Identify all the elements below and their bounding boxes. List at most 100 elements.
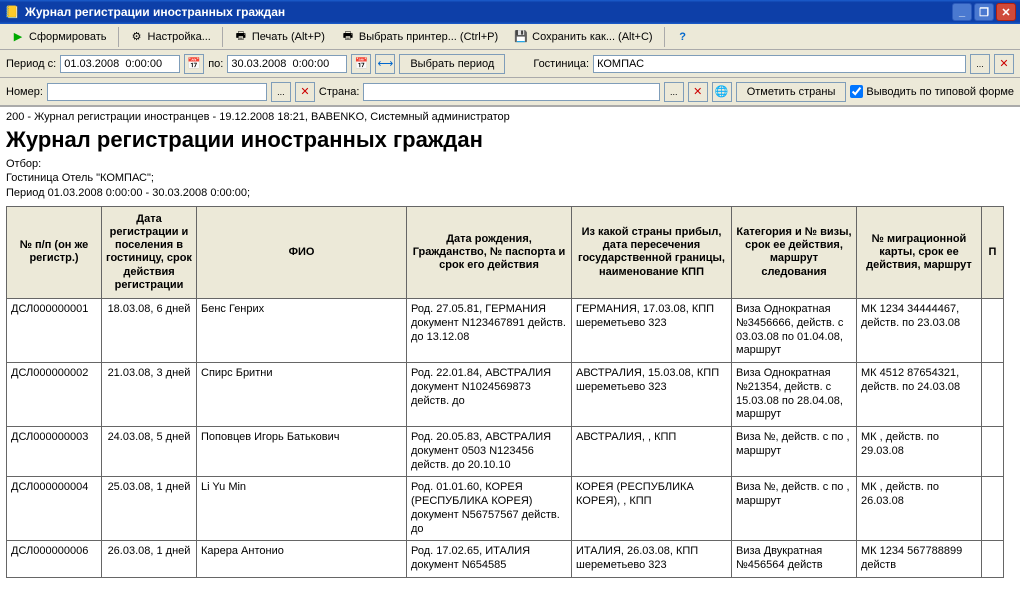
select-printer-label: Выбрать принтер... (Ctrl+P) (359, 31, 498, 43)
select-period-label: Выбрать период (410, 58, 494, 70)
table-row[interactable]: ДСЛ00000000221.03.08, 3 днейСпирс Бритни… (7, 363, 1004, 427)
globe-icon: 🌐 (715, 85, 729, 98)
table-row[interactable]: ДСЛ00000000324.03.08, 5 днейПоповцев Иго… (7, 427, 1004, 477)
table-cell: ГЕРМАНИЯ, 17.03.08, КПП шереметьево 323 (572, 299, 732, 363)
period-line: Период 01.03.2008 0:00:00 - 30.03.2008 0… (6, 186, 1014, 200)
col-number: № п/п (он же регистр.) (7, 206, 102, 298)
window-title: Журнал регистрации иностранных граждан (25, 5, 952, 19)
table-cell: Род. 22.01.84, АВСТРАЛИЯ документ N10245… (407, 363, 572, 427)
table-cell: МК 1234 34444467, действ. по 23.03.08 (857, 299, 982, 363)
period-range-button[interactable]: ⟷ (375, 54, 395, 74)
table-cell: Виза Двукратная №456564 действ (732, 541, 857, 578)
maximize-button[interactable]: ❐ (974, 3, 994, 21)
country-label: Страна: (319, 86, 359, 98)
table-cell (982, 427, 1004, 477)
table-cell: Бенс Генрих (197, 299, 407, 363)
close-button[interactable]: ✕ (996, 3, 1016, 21)
table-cell: Виза №, действ. с по , маршрут (732, 427, 857, 477)
col-reg-date: Дата регистрации и поселения в гостиницу… (102, 206, 197, 298)
form-label: Сформировать (29, 31, 107, 43)
col-migration: № миграционной карты, срок ее действия, … (857, 206, 982, 298)
table-cell: АВСТРАЛИЯ, 15.03.08, КПП шереметьево 323 (572, 363, 732, 427)
settings-label: Настройка... (148, 31, 211, 43)
report-filter-summary: Отбор: Гостиница Отель "КОМПАС"; Период … (6, 157, 1014, 200)
save-as-button[interactable]: 💾 Сохранить как... (Alt+С) (507, 27, 659, 46)
number-input[interactable] (47, 83, 267, 101)
table-cell: ДСЛ000000004 (7, 477, 102, 541)
table-cell: Род. 20.05.83, АВСТРАЛИЯ документ 0503 N… (407, 427, 572, 477)
help-button[interactable]: ? (669, 28, 697, 46)
table-cell: 21.03.08, 3 дней (102, 363, 197, 427)
table-cell: Род. 17.02.65, ИТАЛИЯ документ N654585 (407, 541, 572, 578)
select-printer-button[interactable]: 🖶 Выбрать принтер... (Ctrl+P) (334, 24, 505, 49)
hotel-label: Гостиница: (533, 58, 589, 70)
table-cell: 18.03.08, 6 дней (102, 299, 197, 363)
print-button[interactable]: 🖶 Печать (Alt+P) (227, 24, 332, 49)
calendar-icon: 📅 (354, 57, 368, 70)
table-cell (982, 363, 1004, 427)
app-icon: 📒 (4, 4, 20, 20)
globe-button[interactable]: 🌐 (712, 82, 732, 102)
period-from-calendar-button[interactable]: 📅 (184, 54, 204, 74)
table-cell: МК , действ. по 29.03.08 (857, 427, 982, 477)
table-cell: Карера Антонио (197, 541, 407, 578)
col-birth: Дата рождения, Гражданство, № паспорта и… (407, 206, 572, 298)
filter-row-2: Номер: ... ✕ Страна: ... ✕ 🌐 Отметить ст… (0, 78, 1020, 106)
table-row[interactable]: ДСЛ00000000626.03.08, 1 днейКарера Антон… (7, 541, 1004, 578)
table-row[interactable]: ДСЛ00000000118.03.08, 6 днейБенс ГенрихР… (7, 299, 1004, 363)
table-row[interactable]: ДСЛ00000000425.03.08, 1 днейLi Yu MinРод… (7, 477, 1004, 541)
gear-icon: ⚙ (130, 30, 144, 43)
table-cell (982, 299, 1004, 363)
output-template-checkbox[interactable] (850, 85, 863, 98)
output-template-label: Выводить по типовой форме (866, 86, 1014, 98)
table-cell: 25.03.08, 1 дней (102, 477, 197, 541)
save-icon: 💾 (514, 30, 528, 43)
range-icon: ⟷ (377, 57, 393, 70)
number-clear-button[interactable]: ✕ (295, 82, 315, 102)
hotel-lookup-button[interactable]: ... (970, 54, 990, 74)
period-to-input[interactable] (227, 55, 347, 73)
table-cell: Виза Однократная №3456666, действ. с 03.… (732, 299, 857, 363)
table-cell: Поповцев Игорь Батькович (197, 427, 407, 477)
table-cell: Род. 27.05.81, ГЕРМАНИЯ документ N123467… (407, 299, 572, 363)
col-fio: ФИО (197, 206, 407, 298)
period-to-calendar-button[interactable]: 📅 (351, 54, 371, 74)
country-clear-button[interactable]: ✕ (688, 82, 708, 102)
output-template-checkbox-wrap[interactable]: Выводить по типовой форме (850, 85, 1014, 98)
printer-icon: 🖶 (234, 27, 248, 46)
country-lookup-button[interactable]: ... (664, 82, 684, 102)
window-titlebar: 📒 Журнал регистрации иностранных граждан… (0, 0, 1020, 24)
mark-countries-label: Отметить страны (747, 86, 836, 98)
col-arrival: Из какой страны прибыл, дата пересечения… (572, 206, 732, 298)
minimize-button[interactable]: _ (952, 3, 972, 21)
period-from-input[interactable] (60, 55, 180, 73)
col-visa: Категория и № визы, срок ее действия, ма… (732, 206, 857, 298)
table-cell: 26.03.08, 1 дней (102, 541, 197, 578)
country-input[interactable] (363, 83, 659, 101)
hotel-clear-button[interactable]: ✕ (994, 54, 1014, 74)
settings-button[interactable]: ⚙ Настройка... (123, 27, 218, 46)
table-cell: Род. 01.01.60, КОРЕЯ (РЕСПУБЛИКА КОРЕЯ) … (407, 477, 572, 541)
table-cell: 24.03.08, 5 дней (102, 427, 197, 477)
select-period-button[interactable]: Выбрать период (399, 54, 505, 74)
filter-row-1: Период с: 📅 по: 📅 ⟷ Выбрать период Гости… (0, 50, 1020, 78)
report-table: № п/п (он же регистр.) Дата регистрации … (6, 206, 1004, 578)
mark-countries-button[interactable]: Отметить страны (736, 82, 847, 102)
report-viewport[interactable]: 200 - Журнал регистрации иностранцев - 1… (0, 106, 1020, 609)
hotel-input[interactable] (593, 55, 966, 73)
table-cell: МК 4512 87654321, действ. по 24.03.08 (857, 363, 982, 427)
table-cell: ДСЛ000000002 (7, 363, 102, 427)
table-cell (982, 477, 1004, 541)
print-label: Печать (Alt+P) (252, 31, 325, 43)
report-meta: 200 - Журнал регистрации иностранцев - 1… (6, 107, 1014, 125)
table-cell: ДСЛ000000001 (7, 299, 102, 363)
main-toolbar: ▶ Сформировать ⚙ Настройка... 🖶 Печать (… (0, 24, 1020, 50)
number-label: Номер: (6, 86, 43, 98)
number-lookup-button[interactable]: ... (271, 82, 291, 102)
table-cell: Виза Однократная №21354, действ. с 15.03… (732, 363, 857, 427)
table-cell: КОРЕЯ (РЕСПУБЛИКА КОРЕЯ), , КПП (572, 477, 732, 541)
otbor-label: Отбор: (6, 157, 1014, 171)
form-button[interactable]: ▶ Сформировать (4, 27, 114, 46)
table-cell: МК 1234 567788899 действ (857, 541, 982, 578)
table-cell: МК , действ. по 26.03.08 (857, 477, 982, 541)
